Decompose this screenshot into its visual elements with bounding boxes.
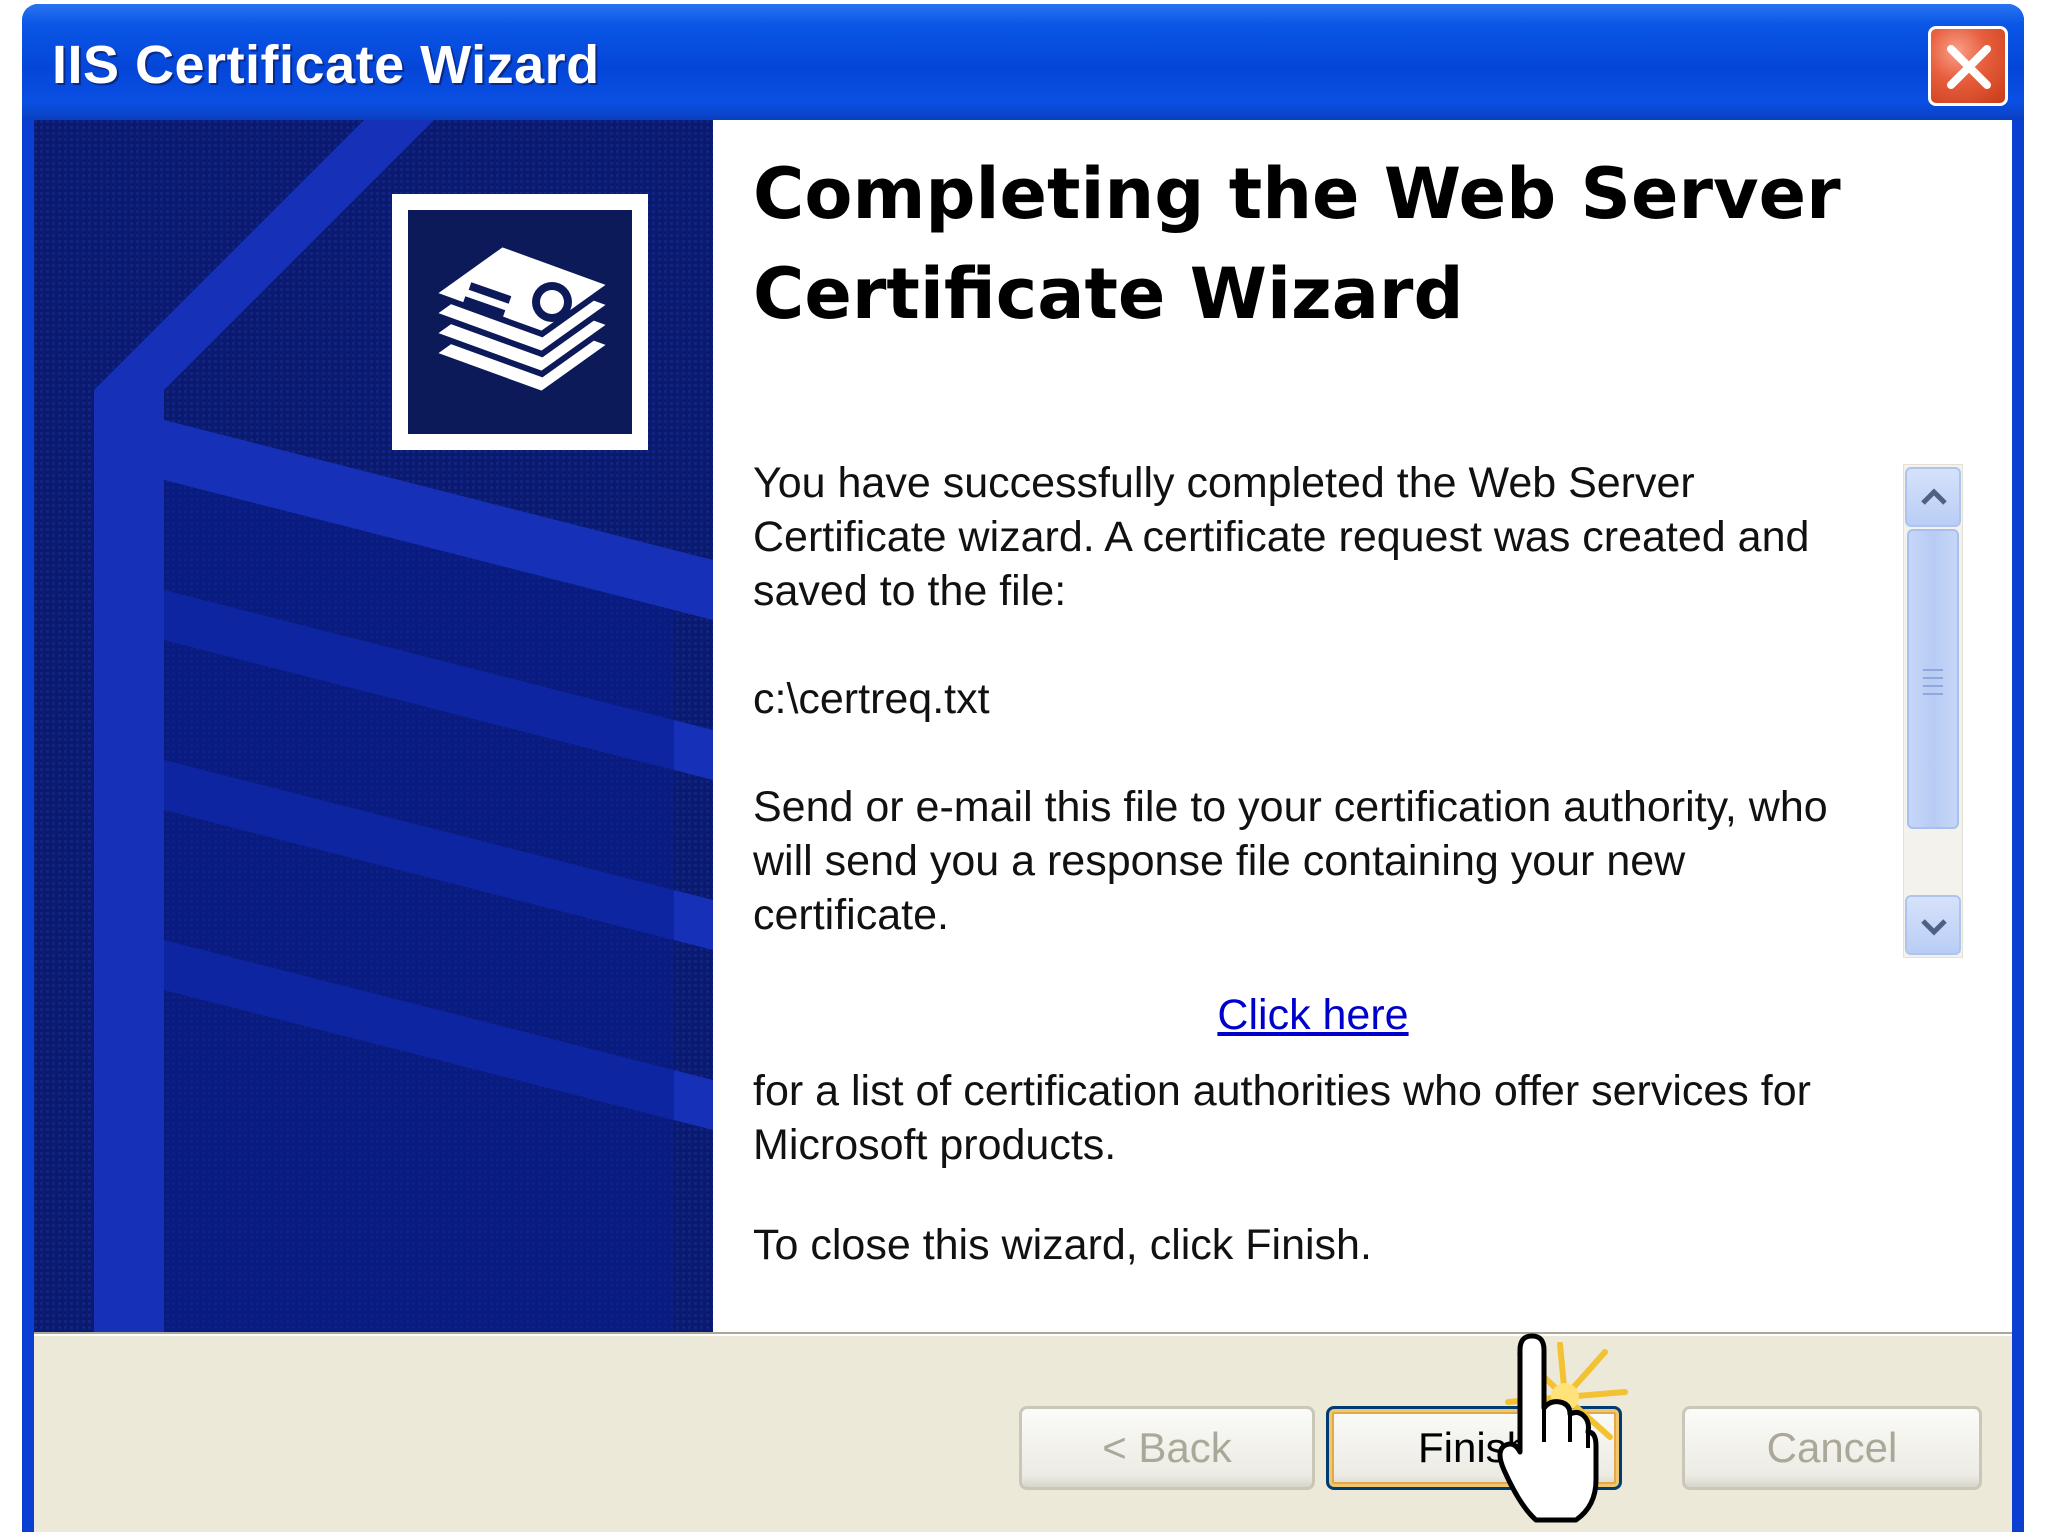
send-instructions: Send or e-mail this file to your certifi…: [753, 783, 1828, 939]
scroll-up-button[interactable]: [1905, 467, 1961, 527]
ca-list-description: for a list of certification authorities …: [753, 1067, 1811, 1169]
chevron-down-icon: [1921, 919, 1947, 936]
chevron-up-icon: [1921, 488, 1947, 505]
close-icon: [1947, 45, 1991, 89]
close-button[interactable]: [1928, 26, 2008, 106]
wizard-banner-panel: [34, 120, 713, 1332]
message-body: You have successfully completed the Web …: [753, 456, 1853, 1272]
title-bar[interactable]: IIS Certificate Wizard: [22, 4, 2024, 120]
back-button[interactable]: < Back: [1019, 1406, 1315, 1490]
link-line: Click here: [753, 988, 1853, 1042]
finish-button[interactable]: Finish: [1326, 1406, 1622, 1490]
scroll-thumb[interactable]: [1907, 529, 1959, 829]
vertical-scrollbar[interactable]: [1903, 464, 1963, 958]
cancel-button[interactable]: Cancel: [1682, 1406, 1982, 1490]
window-title: IIS Certificate Wizard: [52, 35, 600, 95]
wizard-content-panel: Completing the Web Server Certificate Wi…: [713, 120, 2012, 1332]
button-bar: < Back Finish Cancel: [34, 1336, 2012, 1532]
ca-list-link[interactable]: Click here: [1217, 991, 1408, 1039]
wizard-window: IIS Certificate Wizard Completing the We…: [22, 4, 2024, 1532]
dialog-client-area: Completing the Web Server Certificate Wi…: [34, 120, 2012, 1532]
scroll-down-button[interactable]: [1905, 895, 1961, 955]
success-message: You have successfully completed the Web …: [753, 459, 1810, 615]
page-title: Completing the Web Server Certificate Wi…: [753, 153, 1841, 335]
certificate-icon: [392, 194, 648, 450]
finish-instructions: To close this wizard, click Finish.: [753, 1221, 1372, 1269]
file-path: c:\certreq.txt: [753, 675, 990, 723]
